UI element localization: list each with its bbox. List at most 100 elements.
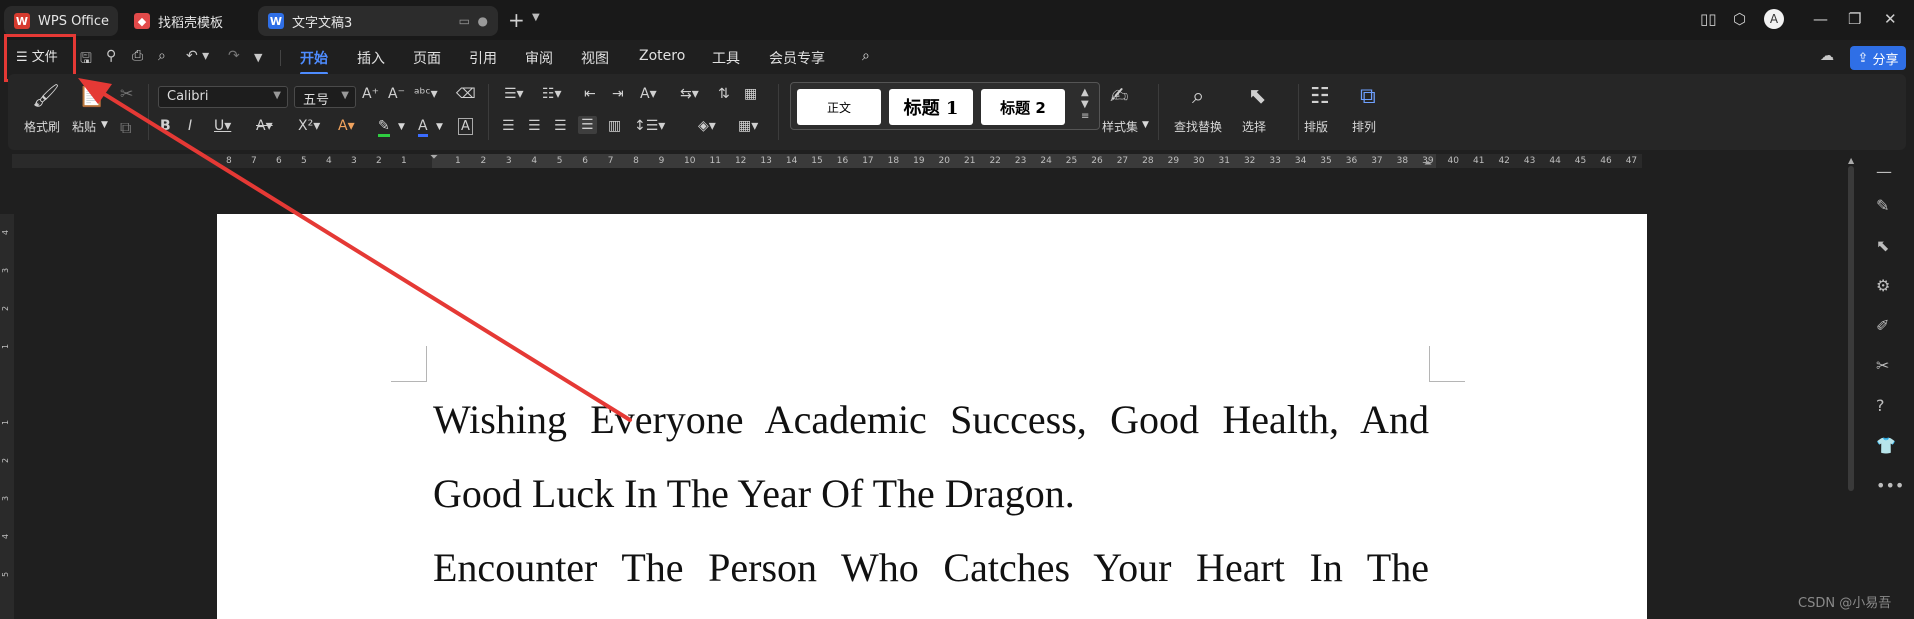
arrange-label[interactable]: 排列 xyxy=(1352,118,1376,135)
sort-icon[interactable]: ⇆▾ xyxy=(680,86,699,102)
grow-font-icon[interactable]: A⁺ xyxy=(362,86,379,102)
justify-icon[interactable]: ☰ xyxy=(578,116,597,134)
tab-zotero[interactable]: Zotero xyxy=(639,48,685,64)
cut-icon[interactable]: ✂ xyxy=(120,84,133,103)
tab-home[interactable]: 开始 xyxy=(300,48,328,75)
align-left-icon[interactable]: ☰ xyxy=(502,118,515,134)
style-heading2[interactable]: 标题 2 xyxy=(981,89,1065,125)
search-icon[interactable]: ⌕ xyxy=(862,48,870,64)
indent-marker-icon[interactable]: ⏷ xyxy=(430,152,438,163)
format-painter-label[interactable]: 格式刷 xyxy=(24,118,60,135)
text-direction-icon[interactable]: A▾ xyxy=(640,86,657,102)
restore-icon[interactable]: ❐ xyxy=(1848,10,1861,28)
char-border-icon[interactable]: A xyxy=(458,118,473,135)
align-center-icon[interactable]: ☰ xyxy=(528,118,541,134)
style-normal[interactable]: 正文 xyxy=(797,89,881,125)
tools-icon[interactable]: ✂ xyxy=(1876,356,1889,375)
paste-icon[interactable]: 📋 xyxy=(78,84,105,109)
find-replace-label[interactable]: 查找替换 xyxy=(1174,118,1222,135)
paste-label[interactable]: 粘贴 xyxy=(72,118,96,135)
shrink-font-icon[interactable]: A⁻ xyxy=(388,86,405,102)
tab-references[interactable]: 引用 xyxy=(469,48,497,68)
italic-icon[interactable]: I xyxy=(188,118,192,134)
borders-icon[interactable]: ▦▾ xyxy=(738,118,758,134)
close-icon[interactable]: ✕ xyxy=(1884,10,1897,28)
document-text-line[interactable]: Wishing Everyone Academic Success, Good … xyxy=(433,396,1429,443)
chevron-down-icon[interactable]: ▼ xyxy=(1142,120,1149,130)
cube-icon[interactable]: ⬡ xyxy=(1733,10,1746,28)
line-spacing-icon[interactable]: ↕☰▾ xyxy=(634,118,665,134)
right-indent-marker-icon[interactable]: ⏶ xyxy=(1424,158,1432,169)
bullet-list-icon[interactable]: ☰▾ xyxy=(504,86,524,102)
superscript-icon[interactable]: X²▾ xyxy=(298,118,320,134)
tab-tools[interactable]: 工具 xyxy=(712,48,740,68)
highlight-icon[interactable]: ✎ xyxy=(378,118,390,137)
font-size-select[interactable]: 五号 ▼ xyxy=(294,86,356,108)
chevron-down-icon[interactable]: ▼ xyxy=(101,120,108,130)
avatar[interactable]: A xyxy=(1764,9,1784,29)
tab-insert[interactable]: 插入 xyxy=(357,48,385,68)
chevron-down-icon[interactable]: ▼ xyxy=(532,12,540,23)
underline-icon[interactable]: U▾ xyxy=(214,118,231,134)
tab-review[interactable]: 审阅 xyxy=(525,48,553,68)
print-preview-icon[interactable]: ⌕ xyxy=(158,48,166,64)
vertical-scrollbar[interactable] xyxy=(1848,166,1854,491)
decrease-indent-icon[interactable]: ⇤ xyxy=(584,86,596,102)
distribute-icon[interactable]: ▥ xyxy=(608,118,621,134)
undo-icon[interactable]: ↶ ▾ xyxy=(186,48,209,64)
more-icon[interactable]: ••• xyxy=(1876,476,1904,495)
sort-az-icon[interactable]: ⇅ xyxy=(718,86,730,102)
new-tab-icon[interactable]: + xyxy=(508,8,525,32)
vertical-ruler[interactable]: 4 3 2 1 1 2 3 4 5 xyxy=(0,214,14,619)
style-set-icon[interactable]: ✍ xyxy=(1110,84,1128,109)
shading-icon[interactable]: ◈▾ xyxy=(698,118,716,134)
gallery-scroll-icon[interactable]: ▲ ▼ ≡ xyxy=(1081,87,1089,123)
format-brush-icon[interactable]: ⚲ xyxy=(106,48,116,64)
select-cursor-icon[interactable]: ⬉ xyxy=(1876,236,1889,255)
phonetic-icon[interactable]: ᵃᵇᶜ▾ xyxy=(414,86,438,102)
format-painter-icon[interactable]: 🖌 xyxy=(32,84,60,109)
arrange-icon[interactable]: ⧉ xyxy=(1360,84,1376,109)
layout-icon[interactable]: ☷ xyxy=(1310,84,1330,109)
numbered-list-icon[interactable]: ☷▾ xyxy=(542,86,562,102)
style-set-label[interactable]: 样式集 xyxy=(1102,118,1138,135)
chevron-down-icon[interactable]: ▼ xyxy=(398,122,405,132)
tab-wps-office[interactable]: W WPS Office xyxy=(4,6,118,36)
document-text-line[interactable]: Good Luck In The Year Of The Dragon. xyxy=(433,470,1075,517)
align-right-icon[interactable]: ☰ xyxy=(554,118,567,134)
document-page[interactable]: Wishing Everyone Academic Success, Good … xyxy=(217,214,1647,619)
style-heading1[interactable]: 标题 1 xyxy=(889,89,973,125)
increase-indent-icon[interactable]: ⇥ xyxy=(612,86,624,102)
tab-view[interactable]: 视图 xyxy=(581,48,609,68)
horizontal-ruler[interactable]: 8 7 6 5 4 3 2 1 ⏷ 1 2 3 4 5 6 7 8 9 10 11 12 13 14 15 1… xyxy=(12,152,1642,169)
select-label[interactable]: 选择 xyxy=(1242,118,1266,135)
chevron-down-icon[interactable]: ▼ xyxy=(254,51,262,64)
shirt-icon[interactable]: 👕 xyxy=(1876,436,1896,455)
tab-page[interactable]: 页面 xyxy=(413,48,441,68)
copy-icon[interactable]: ⧉ xyxy=(120,118,131,138)
scroll-up-icon[interactable]: ▲ xyxy=(1848,156,1854,165)
font-color-icon[interactable]: A xyxy=(418,118,428,137)
layout-label[interactable]: 排版 xyxy=(1304,118,1328,135)
show-marks-icon[interactable]: ▦ xyxy=(744,86,757,102)
document-text-line[interactable]: Encounter The Person Who Catches Your He… xyxy=(433,544,1429,591)
layout-icon[interactable]: ▯▯ xyxy=(1700,10,1717,28)
minimize-icon[interactable]: — xyxy=(1813,10,1828,28)
cloud-icon[interactable]: ☁ xyxy=(1820,48,1834,64)
tab-membership[interactable]: 会员专享 xyxy=(769,48,825,68)
tab-template[interactable]: ◆ 找稻壳模板 xyxy=(124,6,254,36)
select-cursor-icon[interactable]: ⬉ xyxy=(1248,84,1266,109)
redo-icon[interactable]: ↷ xyxy=(228,48,240,64)
bold-icon[interactable]: B xyxy=(160,118,171,134)
clear-format-icon[interactable]: ⌫ xyxy=(456,86,476,102)
font-family-select[interactable]: Calibri ▼ xyxy=(158,86,288,108)
help-icon[interactable]: ? xyxy=(1876,396,1885,415)
settings-sliders-icon[interactable]: ⚙ xyxy=(1876,276,1890,295)
strikethrough-icon[interactable]: A▾ xyxy=(256,118,273,134)
print-icon[interactable]: ⎙ xyxy=(132,48,143,64)
tab-document[interactable]: W 文字文稿3 ▭ ● xyxy=(258,6,498,36)
chevron-down-icon[interactable]: ▼ xyxy=(436,122,443,132)
text-effect-icon[interactable]: A▾ xyxy=(338,118,355,134)
share-button[interactable]: ⇪ 分享 xyxy=(1850,46,1906,70)
pen-icon[interactable]: ✎ xyxy=(1876,196,1889,215)
